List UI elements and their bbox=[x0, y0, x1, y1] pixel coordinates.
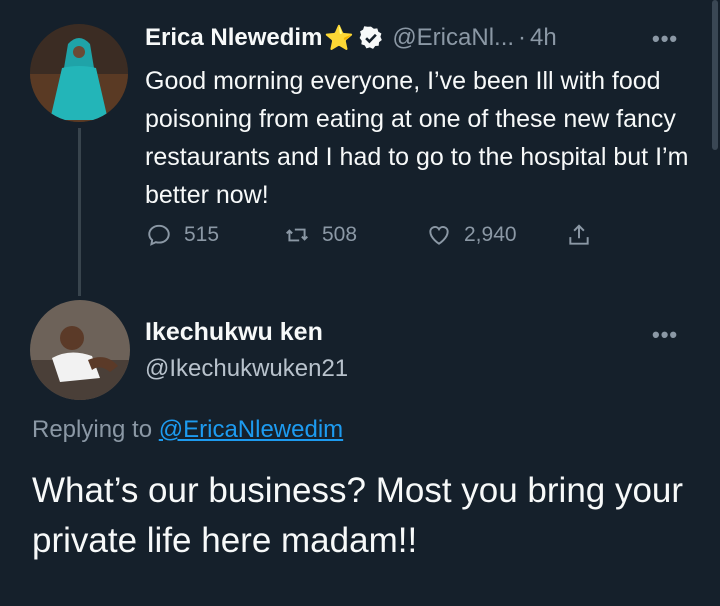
author-avatar[interactable] bbox=[30, 24, 128, 122]
author-name[interactable]: Erica Nlewedim bbox=[145, 24, 322, 52]
replying-to-mention[interactable]: @EricaNlewedim bbox=[159, 416, 343, 443]
reply-author-avatar[interactable] bbox=[30, 300, 130, 400]
avatar-image bbox=[30, 24, 128, 122]
retweet-count: 508 bbox=[322, 223, 358, 246]
replying-to-label: Replying to bbox=[32, 416, 153, 443]
tweet-text: Good morning everyone, I’ve been Ill wit… bbox=[145, 67, 689, 209]
time-separator: · bbox=[518, 24, 527, 51]
author-handle[interactable]: @EricaNl... bbox=[392, 24, 514, 52]
reply-action[interactable]: 515 bbox=[146, 222, 219, 248]
reply-author-handle[interactable]: @Ikechukwuken21 bbox=[145, 355, 348, 383]
reply-text: What’s our business? Most you bring your… bbox=[32, 471, 684, 560]
scrollbar[interactable] bbox=[712, 0, 718, 150]
thread-connector-line bbox=[78, 128, 81, 296]
star-emoji: ⭐ bbox=[324, 24, 355, 52]
like-action[interactable]: 2,940 bbox=[426, 222, 517, 248]
tweet-header: Erica Nlewedim ⭐ @EricaNl... · 4h bbox=[145, 22, 557, 54]
verified-badge-icon bbox=[358, 25, 384, 51]
reply-author-name[interactable]: Ikechukwu ken bbox=[145, 318, 323, 347]
replying-to-line: Replying to @EricaNlewedim bbox=[32, 416, 343, 444]
reply-avatar-image bbox=[30, 300, 130, 400]
retweet-icon bbox=[286, 228, 308, 242]
reply-more-options-icon[interactable]: ••• bbox=[652, 322, 678, 348]
reply-icon bbox=[148, 224, 170, 246]
retweet-action[interactable]: 508 bbox=[284, 222, 357, 248]
share-icon bbox=[569, 224, 589, 245]
share-action[interactable] bbox=[566, 222, 592, 248]
like-count: 2,940 bbox=[464, 223, 517, 246]
like-icon bbox=[429, 226, 449, 245]
more-options-icon[interactable]: ••• bbox=[652, 26, 678, 52]
reply-count: 515 bbox=[184, 223, 220, 246]
tweet-time[interactable]: 4h bbox=[530, 24, 557, 52]
